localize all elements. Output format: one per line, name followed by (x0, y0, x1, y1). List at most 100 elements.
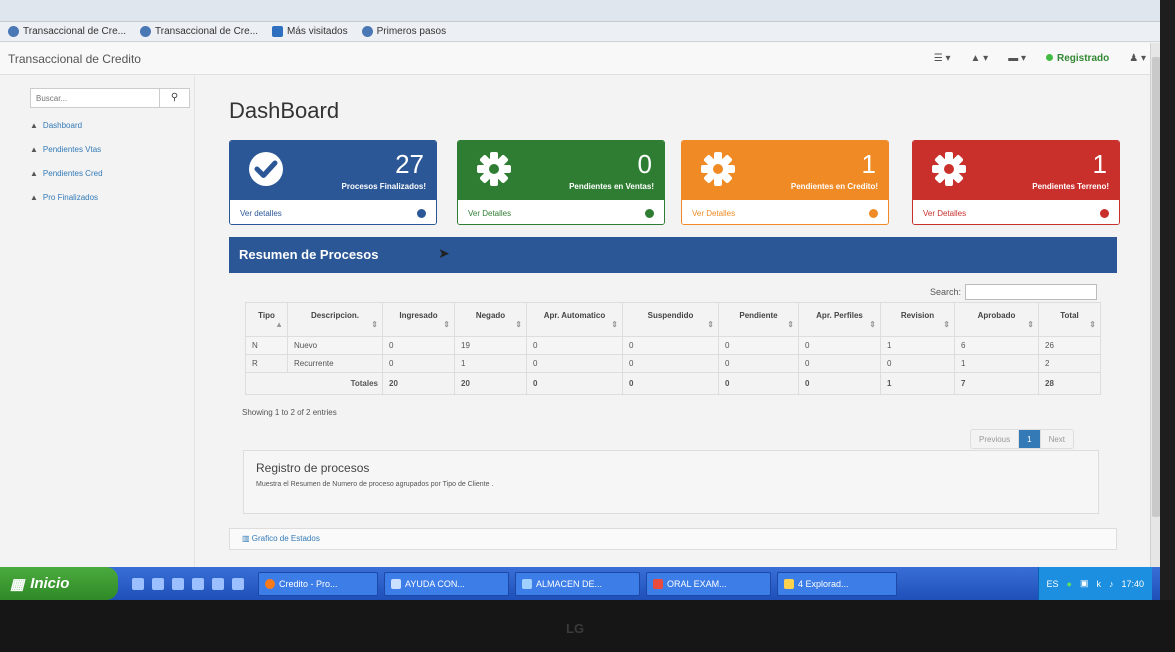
taskbar-button-almacen[interactable]: ALMACEN DE... (515, 571, 640, 596)
bookmark-4[interactable]: Primeros pasos (361, 26, 446, 37)
col-apr-automatico[interactable]: Apr. Automatico ⇕ (526, 302, 623, 337)
taskbar-button-label: AYUDA CON... (405, 578, 465, 589)
monitor-bezel-right (1160, 0, 1175, 652)
pager-previous-button[interactable]: Previous (971, 430, 1020, 448)
search-button[interactable]: ⚲ (160, 88, 190, 108)
tray-icon[interactable]: ▣ (1080, 578, 1089, 589)
col-total[interactable]: Total ⇕ (1038, 302, 1101, 337)
graficos-panel-heading[interactable]: ▥ Grafico de Estados (229, 528, 1117, 550)
sidebar-item-dashboard[interactable]: ▲ Dashboard (30, 121, 82, 130)
quick-launch-icon[interactable] (192, 577, 204, 590)
total-cell: 0 (718, 372, 799, 395)
arrow-circle-right-icon (645, 208, 654, 218)
list-icon: ▲ (30, 193, 38, 202)
table-cell: 1 (954, 354, 1039, 373)
panel-pendientes-terreno: 1 Pendientes Terreno! Ver Detalles (912, 140, 1120, 225)
view-details-link[interactable]: Ver Detalles (692, 209, 735, 218)
app-brand[interactable]: Transaccional de Credito (8, 52, 141, 66)
search-input[interactable] (30, 88, 160, 108)
taskbar-button-credito[interactable]: Credito - Pro... (258, 571, 378, 596)
panel-procesos-finalizados: 27 Procesos Finalizados! Ver detalles (229, 140, 437, 225)
mouse-cursor-icon: ➤ (438, 245, 450, 261)
globe-icon (361, 26, 373, 37)
alerts-dropdown-icon[interactable]: ▲ ▾ (970, 53, 988, 64)
taskbar-button-ayuda[interactable]: AYUDA CON... (384, 571, 509, 596)
sort-icon: ⇕ (1089, 319, 1096, 329)
view-details-link[interactable]: Ver Detalles (923, 209, 966, 218)
scrollbar-thumb[interactable] (1152, 57, 1160, 517)
tray-icon[interactable]: k (1096, 579, 1101, 589)
panel-footer-link[interactable]: Ver detalles (230, 200, 436, 224)
tasks-dropdown-icon[interactable]: ▬ ▾ (1008, 53, 1026, 64)
total-cell: 1 (880, 372, 955, 395)
table-header-row: Tipo ▲ Descripcion. ⇕ Ingresado ⇕ Negado ⇕ A… (245, 302, 1101, 337)
tray-icon[interactable]: ● (1067, 579, 1072, 589)
panel-count: 0 (637, 149, 652, 179)
col-negado[interactable]: Negado ⇕ (454, 302, 527, 337)
sort-icon: ⇕ (787, 319, 794, 329)
table-cell: Recurrente (287, 354, 383, 373)
pagination: Previous 1 Next (970, 429, 1075, 449)
graficos-label: Grafico de Estados (251, 534, 320, 543)
document-icon (653, 578, 663, 589)
view-details-link[interactable]: Ver detalles (240, 209, 282, 218)
language-indicator[interactable]: ES (1047, 579, 1059, 589)
user-dropdown-icon[interactable]: ♟ ▾ (1129, 53, 1146, 64)
col-pendiente[interactable]: Pendiente ⇕ (718, 302, 799, 337)
col-descripcion[interactable]: Descripcion. ⇕ (287, 302, 383, 337)
col-label: Pendiente (739, 310, 778, 320)
quick-launch (132, 577, 244, 590)
col-label: Apr. Perfiles (816, 310, 863, 320)
panel-label: Pendientes en Ventas! (569, 182, 654, 191)
volume-icon[interactable]: ♪ (1109, 579, 1114, 589)
quick-launch-icon[interactable] (172, 577, 184, 590)
taskbar-button-label: 4 Explorad... (798, 578, 849, 589)
total-cell: 0 (526, 372, 623, 395)
col-ingresado[interactable]: Ingresado ⇕ (382, 302, 455, 337)
panel-count: 1 (1092, 149, 1107, 179)
sidebar-item-pro-finalizados[interactable]: ▲ Pro Finalizados (30, 193, 98, 202)
taskbar-button-oral-exam[interactable]: ORAL EXAM... (646, 571, 771, 596)
page-title: DashBoard (229, 98, 340, 123)
app-icon (391, 578, 401, 589)
quick-launch-icon[interactable] (152, 577, 164, 590)
col-revision[interactable]: Revision ⇕ (880, 302, 955, 337)
col-apr-perfiles[interactable]: Apr. Perfiles ⇕ (798, 302, 881, 337)
table-cell: 6 (954, 336, 1039, 355)
panel-footer-link[interactable]: Ver Detalles (458, 200, 664, 224)
globe-icon (8, 26, 19, 37)
col-label: Ingresado (399, 310, 438, 320)
view-details-link[interactable]: Ver Detalles (468, 209, 511, 218)
col-aprobado[interactable]: Aprobado ⇕ (954, 302, 1039, 337)
clock[interactable]: 17:40 (1121, 579, 1144, 589)
col-label: Apr. Automatico (543, 310, 606, 320)
panel-footer-link[interactable]: Ver Detalles (682, 200, 888, 224)
panel-count: 1 (861, 149, 876, 179)
col-tipo[interactable]: Tipo ▲ (245, 302, 288, 337)
quick-launch-icon[interactable] (132, 577, 144, 590)
sidebar-item-label: Pendientes Vtas (42, 145, 102, 154)
table-cell: 2 (1038, 354, 1101, 373)
sidebar-item-label: Dashboard (42, 121, 83, 130)
col-suspendido[interactable]: Suspendido ⇕ (622, 302, 719, 337)
bookmark-2[interactable]: Transaccional de Cre... (140, 26, 258, 37)
monitor-logo: LG (566, 621, 585, 636)
messages-dropdown-icon[interactable]: ☰ ▾ (934, 53, 951, 64)
quick-launch-icon[interactable] (232, 577, 244, 590)
panel-label: Pendientes en Credito! (790, 182, 878, 191)
start-button[interactable]: ▦ Inicio (0, 567, 118, 600)
table-cell: 1 (454, 354, 527, 373)
pager-next-button[interactable]: Next (1041, 430, 1073, 448)
table-search-input[interactable] (965, 284, 1098, 300)
arrow-circle-right-icon (417, 208, 426, 218)
sidebar-item-pendientes-cred[interactable]: ▲ Pendientes Cred (30, 169, 103, 178)
panel-footer-link[interactable]: Ver Detalles (913, 200, 1119, 224)
sidebar-item-pendientes-vtas[interactable]: ▲ Pendientes Vtas (30, 145, 101, 154)
quick-launch-icon[interactable] (212, 577, 224, 590)
pager-page-button[interactable]: 1 (1019, 430, 1041, 448)
page-scrollbar[interactable] (1150, 43, 1160, 567)
taskbar-button-explorador[interactable]: 4 Explorad... (777, 571, 897, 596)
bookmark-1[interactable]: Transaccional de Cre... (8, 26, 126, 37)
table-info: Showing 1 to 2 of 2 entries (242, 408, 337, 417)
bookmark-3[interactable]: Más visitados (272, 26, 348, 37)
